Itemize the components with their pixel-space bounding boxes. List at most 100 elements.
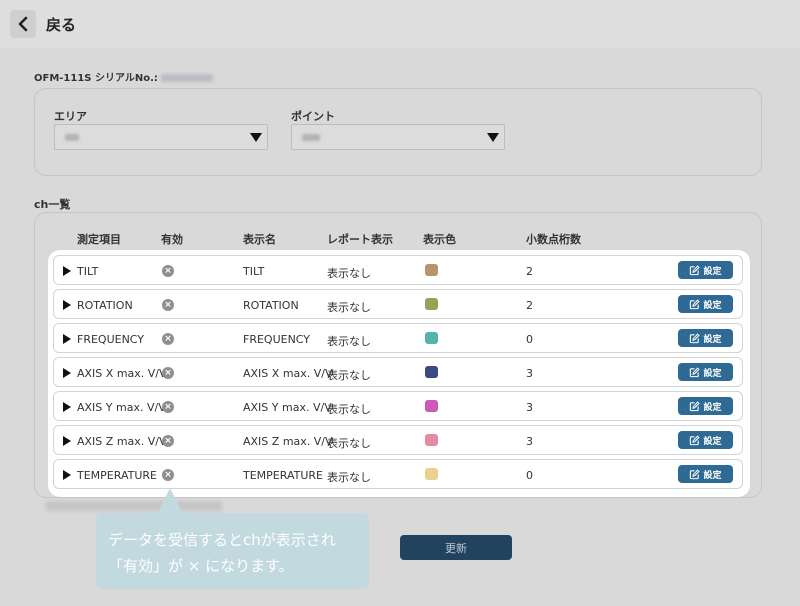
ch-row[interactable]: TILT × TILT 表示なし 2 設定 (53, 255, 743, 285)
redacted-note (46, 501, 222, 511)
dropdown-caret-icon (487, 133, 499, 142)
ch-decimals: 0 (526, 469, 533, 482)
ch-item: ROTATION (77, 299, 133, 312)
serial-label: OFM-111S シリアルNo.: (34, 73, 158, 84)
serial-value-redacted (160, 74, 213, 82)
expand-triangle-icon[interactable] (63, 402, 71, 412)
ch-decimals: 2 (526, 299, 533, 312)
ch-display-name: AXIS Y max. V/V (243, 401, 332, 414)
ch-report: 表示なし (327, 471, 371, 484)
chevron-left-icon (18, 16, 28, 32)
x-circle-icon: × (162, 435, 174, 447)
ch-list-title: ch一覧 (34, 198, 71, 211)
ch-report: 表示なし (327, 335, 371, 348)
settings-button-label: 設定 (703, 436, 722, 447)
ch-row[interactable]: ROTATION × ROTATION 表示なし 2 設定 (53, 289, 743, 319)
settings-button-label: 設定 (703, 402, 722, 413)
col-header-decimals: 小数点桁数 (526, 233, 581, 246)
col-header-item: 測定項目 (77, 233, 121, 246)
x-circle-icon: × (162, 299, 174, 311)
expand-triangle-icon[interactable] (63, 470, 71, 480)
tooltip-line-2: 「有効」が × になります。 (108, 557, 294, 575)
area-label: エリア (54, 110, 87, 123)
ch-row[interactable]: AXIS X max. V/V × AXIS X max. V/V 表示なし 3… (53, 357, 743, 387)
settings-button[interactable]: 設定 (678, 329, 733, 347)
expand-triangle-icon[interactable] (63, 300, 71, 310)
expand-triangle-icon[interactable] (63, 266, 71, 276)
ch-item: AXIS Z max. V/V (77, 435, 167, 448)
col-header-color: 表示色 (423, 233, 456, 246)
color-swatch (425, 400, 438, 412)
ch-display-name: TEMPERATURE (243, 469, 323, 482)
x-circle-icon: × (162, 469, 174, 481)
settings-button-label: 設定 (703, 266, 722, 277)
tooltip-arrow (157, 488, 183, 514)
expand-triangle-icon[interactable] (63, 368, 71, 378)
ch-display-name: AXIS X max. V/V (243, 367, 333, 380)
ch-decimals: 3 (526, 401, 533, 414)
area-select[interactable] (54, 124, 268, 150)
ch-item: TEMPERATURE (77, 469, 157, 482)
back-button[interactable] (10, 10, 36, 38)
ch-row[interactable]: TEMPERATURE × TEMPERATURE 表示なし 0 設定 (53, 459, 743, 489)
settings-button-label: 設定 (703, 470, 722, 481)
ch-display-name: TILT (243, 265, 265, 278)
ch-item: AXIS Y max. V/V (77, 401, 166, 414)
color-swatch (425, 434, 438, 446)
ch-report: 表示なし (327, 403, 371, 416)
ch-report: 表示なし (327, 437, 371, 450)
col-header-report: レポート表示 (327, 233, 393, 246)
settings-button[interactable]: 設定 (678, 397, 733, 415)
ch-display-name: ROTATION (243, 299, 299, 312)
edit-icon (690, 434, 701, 445)
tooltip-line-1: データを受信するとchが表示され (108, 531, 336, 549)
dropdown-caret-icon (250, 133, 262, 142)
col-header-enabled: 有効 (161, 233, 183, 246)
expand-triangle-icon[interactable] (63, 436, 71, 446)
point-label: ポイント (291, 110, 335, 123)
x-circle-icon: × (162, 265, 174, 277)
edit-icon (690, 298, 701, 309)
color-swatch (425, 298, 438, 310)
settings-button-label: 設定 (703, 368, 722, 379)
color-swatch (425, 468, 438, 480)
settings-button-label: 設定 (703, 300, 722, 311)
edit-icon (690, 400, 701, 411)
color-swatch (425, 332, 438, 344)
settings-button[interactable]: 設定 (678, 465, 733, 483)
serial-number: OFM-111S シリアルNo.: (34, 69, 213, 84)
area-select-value-redacted (65, 134, 79, 141)
settings-button[interactable]: 設定 (678, 261, 733, 279)
expand-triangle-icon[interactable] (63, 334, 71, 344)
settings-button[interactable]: 設定 (678, 295, 733, 313)
settings-button[interactable]: 設定 (678, 363, 733, 381)
ch-item: TILT (77, 265, 99, 278)
ch-decimals: 3 (526, 367, 533, 380)
ch-item: AXIS X max. V/V (77, 367, 167, 380)
settings-button-label: 設定 (703, 334, 722, 345)
col-header-display-name: 表示名 (243, 233, 276, 246)
x-circle-icon: × (162, 401, 174, 413)
ch-row[interactable]: FREQUENCY × FREQUENCY 表示なし 0 設定 (53, 323, 743, 353)
ch-report: 表示なし (327, 267, 371, 280)
header-bar: 戻る (0, 0, 800, 48)
back-label[interactable]: 戻る (46, 14, 76, 35)
ch-report: 表示なし (327, 301, 371, 314)
ch-row[interactable]: AXIS Y max. V/V × AXIS Y max. V/V 表示なし 3… (53, 391, 743, 421)
update-button[interactable]: 更新 (400, 535, 512, 560)
settings-button[interactable]: 設定 (678, 431, 733, 449)
x-circle-icon: × (162, 367, 174, 379)
ch-row[interactable]: AXIS Z max. V/V × AXIS Z max. V/V 表示なし 3… (53, 425, 743, 455)
ch-report: 表示なし (327, 369, 371, 382)
ch-display-name: FREQUENCY (243, 333, 311, 346)
ch-item: FREQUENCY (77, 333, 145, 346)
ch-decimals: 3 (526, 435, 533, 448)
point-select[interactable] (291, 124, 505, 150)
edit-icon (690, 366, 701, 377)
ch-rows-highlight-panel: TILT × TILT 表示なし 2 設定 ROTATION × ROTATIO… (48, 250, 750, 497)
edit-icon (690, 264, 701, 275)
ch-display-name: AXIS Z max. V/V (243, 435, 333, 448)
hint-tooltip: データを受信するとchが表示され 「有効」が × になります。 (96, 513, 369, 589)
x-circle-icon: × (162, 333, 174, 345)
ch-decimals: 0 (526, 333, 533, 346)
